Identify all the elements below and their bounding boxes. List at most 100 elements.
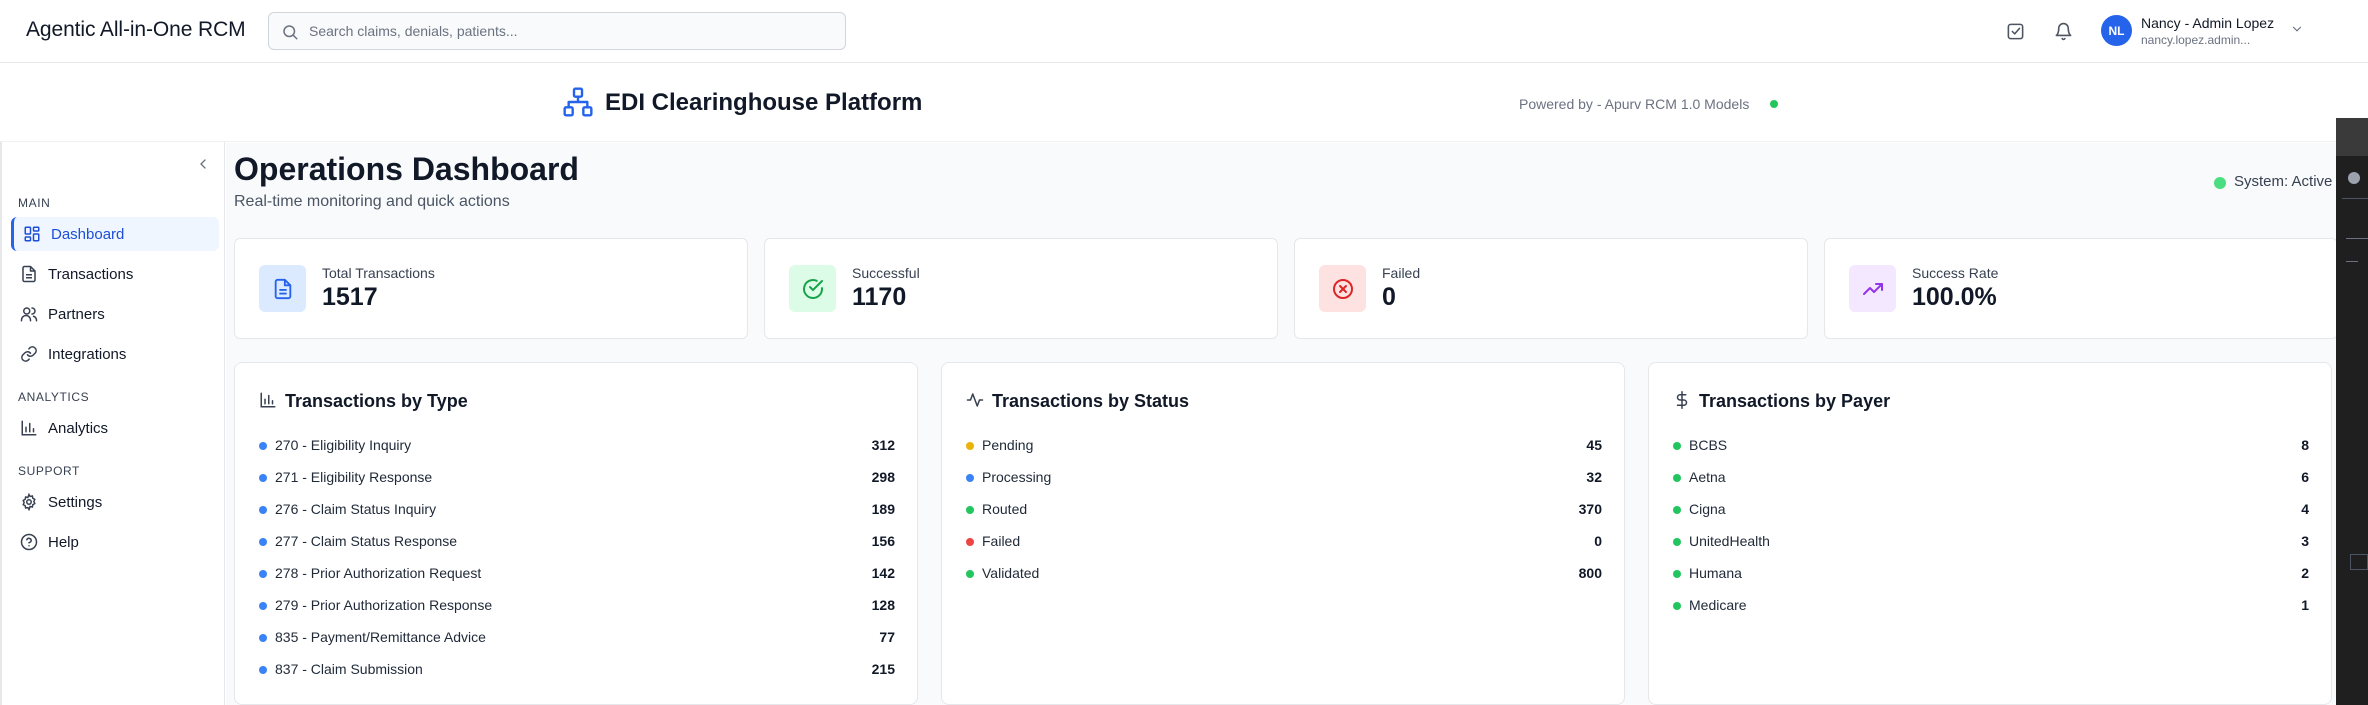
list-item-value: 128 [871, 597, 895, 613]
stat-value: 0 [1382, 283, 1396, 311]
panel-transactions-by-type: Transactions by Type 270 - Eligibility I… [234, 362, 918, 705]
list-item: Cigna 4 [1673, 496, 2309, 528]
sidebar: MAIN Dashboard Transactions Partners Int… [0, 142, 225, 705]
list-item-value: 298 [871, 469, 895, 485]
status-dot [966, 442, 974, 450]
gear-icon [22, 493, 36, 511]
x-circle-icon [1319, 265, 1366, 312]
page-subtitle: Real-time monitoring and quick actions [234, 193, 510, 210]
status-dot [259, 570, 267, 578]
search-box[interactable] [268, 12, 846, 50]
bar-chart-icon [21, 420, 37, 436]
status-dot [259, 538, 267, 546]
panel-title: Transactions by Status [992, 391, 1190, 411]
bar-chart-icon [259, 391, 277, 409]
network-icon [562, 86, 594, 123]
sidebar-item-transactions[interactable]: Transactions [11, 257, 219, 291]
stat-value: 1517 [322, 283, 378, 311]
sidebar-item-label: Analytics [48, 420, 109, 437]
list-item: Routed 370 [966, 496, 1602, 528]
stat-card-failed: Failed 0 [1294, 238, 1808, 339]
chevron-down-icon[interactable] [2290, 22, 2304, 41]
tasks-icon[interactable] [2003, 19, 2027, 43]
sidebar-item-help[interactable]: Help [11, 525, 219, 559]
panel-title: Transactions by Payer [1699, 391, 1891, 411]
list-item-label: BCBS [1689, 437, 1728, 453]
list-item-value: 2 [2301, 565, 2309, 581]
sidebar-item-label: Integrations [48, 346, 127, 363]
status-dot [1673, 570, 1681, 578]
list-item-label: Aetna [1689, 469, 1726, 485]
list-item-label: 837 - Claim Submission [275, 661, 423, 677]
stat-label: Failed [1382, 265, 1421, 281]
stat-value: 1170 [852, 283, 907, 311]
list-item: Failed 0 [966, 528, 1602, 560]
sidebar-item-dashboard[interactable]: Dashboard [11, 217, 219, 251]
list-item: Processing 32 [966, 464, 1602, 496]
sidebar-item-partners[interactable]: Partners [11, 297, 219, 331]
list-item: 271 - Eligibility Response 298 [259, 464, 895, 496]
list-item-label: UnitedHealth [1689, 533, 1770, 549]
panel-title: Transactions by Type [285, 391, 468, 411]
search-input[interactable] [309, 13, 829, 49]
list-item-label: Processing [982, 469, 1052, 485]
user-name[interactable]: Nancy - Admin Lopez [2141, 15, 2274, 31]
trending-up-icon [1849, 265, 1896, 312]
status-dot [259, 666, 267, 674]
status-dot [966, 570, 974, 578]
chevron-left-icon[interactable] [195, 156, 211, 177]
list-item-label: Humana [1689, 565, 1742, 581]
list-item: 276 - Claim Status Inquiry 189 [259, 496, 895, 528]
status-dot [1673, 442, 1681, 450]
sidebar-item-label: Dashboard [51, 226, 125, 243]
list-item: Validated 800 [966, 560, 1602, 592]
system-status-dot [2214, 177, 2226, 189]
app-title[interactable]: Agentic All-in-One RCM [26, 18, 246, 42]
list-item-value: 45 [1586, 437, 1602, 453]
status-list: Pending 45 Processing 32 Routed 370 Failed 0 Val… [966, 432, 1602, 592]
platform-header: EDI Clearinghouse Platform Powered by - … [0, 64, 2336, 142]
sidebar-item-label: Settings [48, 494, 103, 511]
sidebar-item-label: Partners [48, 306, 105, 323]
panel-transactions-by-payer: Transactions by Payer BCBS 8 Aetna 6 Cigna 4 U… [1648, 362, 2332, 705]
list-item-value: 8 [2301, 437, 2309, 453]
list-item: 278 - Prior Authorization Request 142 [259, 560, 895, 592]
status-dot [1673, 538, 1681, 546]
sidebar-item-settings[interactable]: Settings [11, 485, 219, 519]
status-dot [259, 602, 267, 610]
list-item: Humana 2 [1673, 560, 2309, 592]
status-dot [966, 538, 974, 546]
link-icon [21, 346, 37, 362]
stat-card-total: Total Transactions 1517 [234, 238, 748, 339]
users-icon [20, 307, 38, 322]
list-item-label: 271 - Eligibility Response [275, 469, 433, 485]
stat-label: Successful [852, 265, 920, 281]
list-item-value: 6 [2301, 469, 2309, 485]
list-item-value: 370 [1578, 501, 1602, 517]
list-item: 270 - Eligibility Inquiry 312 [259, 432, 895, 464]
list-item-label: Pending [982, 437, 1034, 453]
dashboard-icon [24, 226, 40, 242]
list-item: BCBS 8 [1673, 432, 2309, 464]
payer-list: BCBS 8 Aetna 6 Cigna 4 UnitedHealth 3 Humana 2 Med… [1673, 432, 2309, 624]
sidebar-item-analytics[interactable]: Analytics [11, 411, 219, 445]
list-item-label: 276 - Claim Status Inquiry [275, 501, 437, 517]
list-item-label: 279 - Prior Authorization Response [275, 597, 493, 613]
section-label-main: MAIN [18, 196, 51, 210]
list-item-value: 215 [871, 661, 895, 677]
stat-card-success-rate: Success Rate 100.0% [1824, 238, 2338, 339]
list-item: Aetna 6 [1673, 464, 2309, 496]
main-content: Operations Dashboard Real-time monitorin… [226, 143, 2338, 705]
list-item-value: 142 [871, 565, 895, 581]
platform-title: EDI Clearinghouse Platform [605, 89, 923, 116]
sidebar-item-label: Transactions [48, 266, 134, 283]
bell-icon[interactable] [2051, 19, 2075, 43]
system-status: System: Active [2234, 173, 2333, 190]
list-item-label: 270 - Eligibility Inquiry [275, 437, 412, 453]
status-dot [259, 506, 267, 514]
list-item-label: Failed [982, 533, 1021, 549]
sidebar-item-integrations[interactable]: Integrations [11, 337, 219, 371]
avatar[interactable]: NL [2101, 15, 2132, 46]
powered-by-text: Powered by - Apurv RCM 1.0 Models [1519, 96, 1750, 112]
dollar-icon [1673, 391, 1691, 409]
